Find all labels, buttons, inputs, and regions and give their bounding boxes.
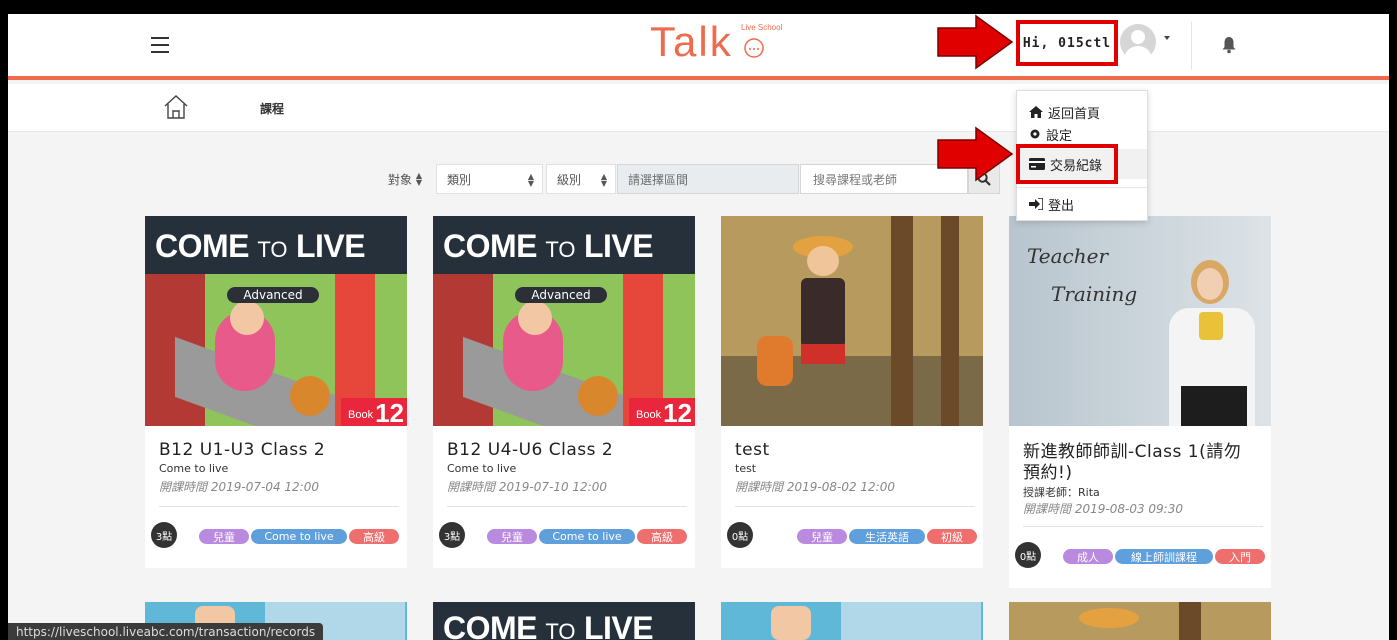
poster-title: COME TO LIVE: [155, 228, 366, 264]
points-badge: 3點: [151, 522, 177, 548]
home-icon[interactable]: [162, 93, 190, 121]
poster-badge: Advanced: [515, 287, 607, 303]
home-icon: [1029, 106, 1043, 118]
level-select[interactable]: 級別 ▲ ▼: [546, 164, 616, 194]
annotation-arrow-icon: [937, 14, 1014, 70]
card-divider: [447, 506, 687, 507]
poster-teacher-text-1: Teacher: [1027, 244, 1109, 268]
course-title[interactable]: B12 U4-U6 Class 2: [447, 440, 613, 460]
tag-level[interactable]: 入門: [1215, 549, 1265, 564]
menu-item-settings[interactable]: 設定: [1017, 125, 1147, 143]
poster-book-label: Book 12: [629, 398, 695, 426]
transactions-highlight: [1016, 144, 1118, 184]
poster-book-label: Book 12: [341, 398, 407, 426]
top-header: Talk Live School Hi, 015ctl: [8, 14, 1389, 80]
tag-level[interactable]: 高級: [349, 529, 399, 544]
user-greeting[interactable]: Hi, 015ctl: [1023, 36, 1111, 51]
menu-item-label: 登出: [1048, 198, 1075, 214]
card-divider: [735, 506, 975, 507]
status-bar-url: https://liveschool.liveabc.com/transacti…: [8, 623, 324, 640]
tag-level[interactable]: 高級: [637, 529, 687, 544]
points-badge: 0點: [727, 522, 753, 548]
logo-bubble-icon: [744, 38, 764, 58]
chevron-down-icon[interactable]: [1164, 36, 1170, 40]
course-card[interactable]: [721, 602, 983, 640]
course-card[interactable]: Teacher Training 新進教師師訓-Class 1(請勿 預約!) 授…: [1009, 216, 1271, 588]
bell-icon[interactable]: [1221, 36, 1237, 54]
course-date: 開課時間 2019-08-02 12:00: [735, 480, 895, 494]
card-divider: [159, 506, 399, 507]
menu-item-home[interactable]: 返回首頁: [1017, 99, 1147, 125]
tag-category[interactable]: 線上師訓課程: [1115, 549, 1213, 564]
tag-category[interactable]: Come to live: [539, 529, 635, 544]
breadcrumb-current: 課程: [260, 102, 285, 116]
annotation-arrow-icon: [937, 126, 1014, 182]
points-badge: 3點: [439, 522, 465, 548]
card-divider: [1023, 526, 1263, 527]
course-thumbnail[interactable]: Teacher Training: [1009, 216, 1271, 426]
menu-item-label: 設定: [1046, 128, 1073, 144]
date-range-input[interactable]: 請選擇區間: [617, 164, 799, 194]
target-select[interactable]: 對象 ▲ ▼: [378, 164, 430, 194]
browser-viewport: Talk Live School Hi, 015ctl 課程 對象 ▲ ▼ 類別…: [8, 14, 1389, 640]
avatar[interactable]: [1120, 24, 1156, 60]
tag-age[interactable]: 兒童: [199, 529, 249, 544]
select-arrows-icon: ▲ ▼: [600, 172, 607, 188]
poster-badge: Advanced: [227, 287, 319, 303]
course-card[interactable]: [1009, 602, 1271, 640]
header-divider: [1191, 22, 1192, 70]
course-date: 開課時間 2019-08-03 09:30: [1023, 502, 1183, 516]
points-badge: 0點: [1015, 542, 1041, 568]
poster-title: COME TO LIVE: [443, 610, 654, 640]
gear-icon: [1030, 129, 1040, 139]
tag-age[interactable]: 成人: [1063, 549, 1113, 564]
target-select-label: 對象: [388, 172, 413, 187]
poster-title: COME TO LIVE: [443, 228, 654, 264]
breadcrumb: 課程: [8, 84, 1389, 132]
menu-divider: [1017, 187, 1147, 188]
tag-age[interactable]: 兒童: [797, 529, 847, 544]
course-title[interactable]: 新進教師師訓-Class 1(請勿 預約!): [1023, 442, 1241, 484]
course-subtitle: Come to live: [159, 462, 229, 475]
tag-level[interactable]: 初級: [927, 529, 977, 544]
category-select-label: 類別: [447, 172, 472, 187]
hamburger-menu-icon[interactable]: [151, 37, 169, 53]
menu-item-label: 返回首頁: [1048, 106, 1101, 122]
category-select[interactable]: 類別 ▲ ▼: [436, 164, 543, 194]
logo-text: Talk: [650, 18, 733, 65]
select-arrows-icon: ▲ ▼: [527, 172, 534, 188]
course-subtitle: test: [735, 462, 757, 475]
course-card[interactable]: COME TO LIVE: [433, 602, 695, 640]
course-card[interactable]: test test 開課時間 2019-08-02 12:00 0點 兒童 生活…: [721, 216, 983, 568]
level-select-label: 級別: [557, 172, 582, 187]
course-title[interactable]: test: [735, 440, 770, 460]
poster-teacher-text-2: Training: [1051, 282, 1138, 306]
greeting-highlight: Hi, 015ctl: [1016, 20, 1118, 66]
tag-age[interactable]: 兒童: [487, 529, 537, 544]
menu-item-logout[interactable]: 登出: [1017, 191, 1147, 217]
course-thumbnail[interactable]: COME TO LIVE Advanced Book 12: [145, 216, 407, 426]
course-teacher: 授課老師：Rita: [1023, 486, 1100, 499]
course-subtitle: Come to live: [447, 462, 517, 475]
course-date: 開課時間 2019-07-04 12:00: [159, 480, 319, 494]
tag-category[interactable]: Come to live: [251, 529, 347, 544]
course-card[interactable]: COME TO LIVE Advanced Book 12 B12 U1-U3 C…: [145, 216, 407, 568]
course-card[interactable]: COME TO LIVE Advanced Book 12 B12 U4-U6 C…: [433, 216, 695, 568]
select-arrows-icon: ▲ ▼: [415, 171, 422, 187]
sign-out-icon: [1029, 198, 1043, 210]
course-thumbnail[interactable]: COME TO LIVE Advanced Book 12: [433, 216, 695, 426]
course-thumbnail[interactable]: [721, 216, 983, 426]
course-date: 開課時間 2019-07-10 12:00: [447, 480, 607, 494]
logo-subtext: Live School: [741, 23, 783, 32]
talk-logo[interactable]: Talk Live School: [650, 18, 790, 74]
tag-category[interactable]: 生活英語: [849, 529, 925, 544]
course-title[interactable]: B12 U1-U3 Class 2: [159, 440, 325, 460]
